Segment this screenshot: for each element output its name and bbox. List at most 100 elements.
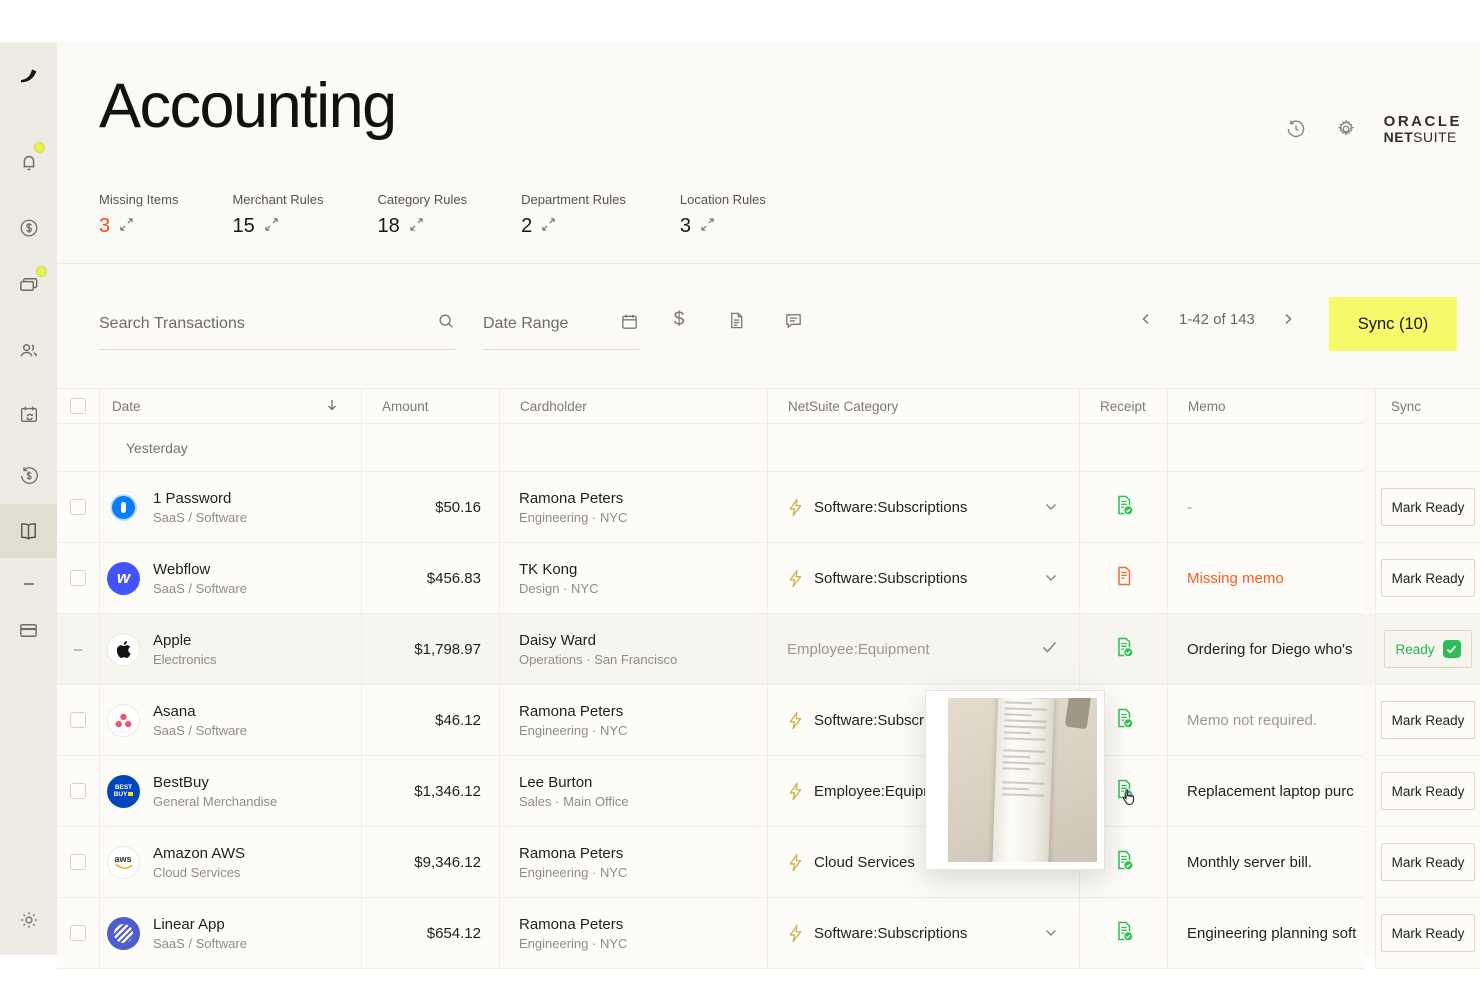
merchant-cell[interactable]: awsAmazon AWSCloud Services (100, 827, 362, 898)
receipt-cell[interactable] (1080, 614, 1168, 685)
netsuite-category-cell[interactable]: Software:Subscriptions (768, 543, 1080, 614)
sort-descending-icon[interactable] (325, 398, 339, 415)
merchant-name: Apple (153, 632, 217, 649)
receipt-cell[interactable] (1080, 543, 1168, 614)
memo-cell[interactable]: Monthly server bill. (1168, 827, 1363, 898)
comment-filter-icon[interactable] (783, 310, 803, 330)
category-chevron-down-icon[interactable] (1045, 924, 1057, 942)
mark-ready-button[interactable]: Mark Ready (1381, 772, 1476, 810)
column-header-memo[interactable]: Memo (1168, 388, 1363, 424)
category-chevron-down-icon[interactable] (1045, 569, 1057, 587)
expand-icon[interactable] (700, 217, 715, 237)
group-label: Yesterday (100, 424, 362, 472)
merchant-cell[interactable]: AsanaSaaS / Software (100, 685, 362, 756)
row-checkbox[interactable] (70, 854, 86, 870)
merchant-category: SaaS / Software (153, 510, 247, 525)
mark-ready-button[interactable]: Mark Ready (1381, 559, 1476, 597)
sync-cell: Mark Ready (1375, 898, 1480, 969)
expand-icon[interactable] (541, 217, 556, 237)
column-header-receipt[interactable]: Receipt (1080, 388, 1168, 424)
receipt-attached-icon[interactable] (1112, 848, 1136, 877)
search-input[interactable]: Search Transactions (99, 298, 455, 350)
netsuite-category-cell[interactable]: Software:Subscriptions (768, 898, 1080, 969)
row-checkbox[interactable] (70, 499, 86, 515)
expand-icon[interactable] (409, 217, 424, 237)
cardholder-dept-location: Design · NYC (519, 581, 767, 596)
people-team-icon[interactable] (0, 330, 57, 370)
integration-settings-gear-icon[interactable] (1334, 117, 1358, 141)
prev-page-icon[interactable] (1137, 310, 1155, 328)
column-header-date[interactable]: Date (100, 388, 362, 424)
expand-icon[interactable] (264, 217, 279, 237)
row-indeterminate-dash[interactable]: – (74, 641, 82, 658)
receipt-filter-icon[interactable] (726, 310, 746, 330)
memo-cell[interactable]: - (1168, 472, 1363, 543)
sync-button[interactable]: Sync (10) (1329, 297, 1457, 351)
oracle-netsuite-logo: ORACLE NETSUITE (1384, 114, 1462, 144)
category-value: Software:Subscriptions (814, 925, 967, 942)
select-all-checkbox[interactable] (57, 388, 100, 424)
merchant-cell[interactable]: wWebflowSaaS / Software (100, 543, 362, 614)
amount-filter-icon[interactable]: $ (669, 310, 689, 330)
column-header-category[interactable]: NetSuite Category (768, 388, 1080, 424)
merchant-cell[interactable]: AppleElectronics (100, 614, 362, 685)
mark-ready-button[interactable]: Mark Ready (1381, 843, 1476, 881)
amount-cell: $9,346.12 (362, 827, 500, 898)
netsuite-category-cell[interactable]: Software:Subscriptions (768, 472, 1080, 543)
receipt-attached-icon[interactable] (1112, 706, 1136, 735)
history-icon[interactable] (1284, 117, 1308, 141)
receipt-missing-icon[interactable] (1112, 564, 1136, 593)
stat-value: 3 (99, 215, 110, 238)
bell-notifications-icon[interactable] (0, 142, 57, 182)
section-divider (57, 263, 1480, 264)
receipt-preview-popup[interactable] (925, 690, 1105, 870)
memo-cell[interactable]: Replacement laptop purc (1168, 756, 1363, 827)
memo-cell[interactable]: Ordering for Diego who's (1168, 614, 1363, 685)
gear-settings-icon[interactable] (0, 900, 57, 940)
stat-label: Missing Items (99, 192, 178, 207)
merchant-logo-1password (107, 491, 140, 524)
mark-ready-button[interactable]: Mark Ready (1381, 914, 1476, 952)
merchant-name: 1 Password (153, 490, 247, 507)
row-checkbox[interactable] (70, 570, 86, 586)
ramp-logo-icon[interactable] (0, 56, 57, 96)
dash-collapsed-icon[interactable] (0, 564, 57, 604)
dollar-billing-icon[interactable] (0, 208, 57, 248)
ready-checkbox-icon[interactable] (1443, 640, 1461, 658)
memo-cell[interactable]: Memo not required. (1168, 685, 1363, 756)
ready-button[interactable]: Ready (1384, 630, 1472, 668)
receipt-cell[interactable] (1080, 472, 1168, 543)
mark-ready-button[interactable]: Mark Ready (1381, 701, 1476, 739)
refund-reimbursements-icon[interactable] (0, 456, 57, 496)
merchant-cell[interactable]: 1 Password SaaS / Software (100, 472, 362, 543)
receipt-cell[interactable] (1080, 898, 1168, 969)
merchant-cell[interactable]: Linear AppSaaS / Software (100, 898, 362, 969)
column-header-sync[interactable]: Sync (1375, 388, 1480, 424)
receipt-attached-icon[interactable] (1112, 919, 1136, 948)
date-range-filter[interactable]: Date Range (483, 298, 639, 350)
netsuite-category-cell[interactable]: Employee:Equipment (768, 614, 1080, 685)
cards-stack-icon[interactable] (0, 264, 57, 304)
memo-cell[interactable]: Missing memo (1168, 543, 1363, 614)
row-checkbox[interactable] (70, 783, 86, 799)
row-checkbox[interactable] (70, 925, 86, 941)
book-accounting-icon[interactable] (0, 511, 57, 551)
category-chevron-down-icon[interactable] (1045, 498, 1057, 516)
merchant-name: Amazon AWS (153, 845, 245, 862)
mark-ready-button[interactable]: Mark Ready (1381, 488, 1476, 526)
credit-card-icon[interactable] (0, 610, 57, 650)
merchant-cell[interactable]: BESTBUYBestBuyGeneral Merchandise (100, 756, 362, 827)
amount-cell: $654.12 (362, 898, 500, 969)
row-checkbox[interactable] (70, 712, 86, 728)
column-header-amount[interactable]: Amount (362, 388, 500, 424)
column-header-cardholder[interactable]: Cardholder (500, 388, 768, 424)
next-page-icon[interactable] (1279, 310, 1297, 328)
receipt-attached-icon[interactable] (1112, 635, 1136, 664)
memo-cell[interactable]: Engineering planning soft (1168, 898, 1363, 969)
calendar-sync-icon[interactable] (0, 394, 57, 434)
stat-value: 3 (680, 215, 691, 238)
auto-categorized-lightning-icon (787, 711, 804, 730)
expand-icon[interactable] (119, 217, 134, 237)
pagination-range: 1-42 of 143 (1179, 311, 1255, 328)
receipt-attached-icon[interactable] (1112, 493, 1136, 522)
